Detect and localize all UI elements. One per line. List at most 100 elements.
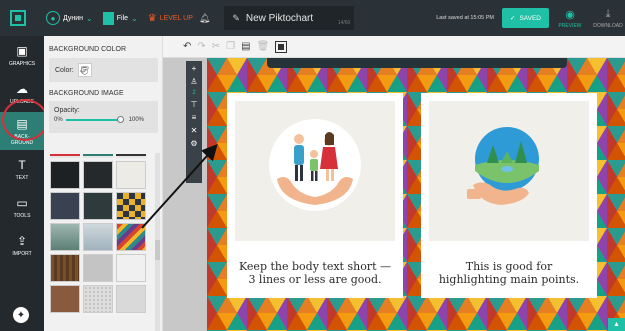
swatch[interactable] <box>83 192 113 220</box>
opacity-max: 100% <box>128 117 145 123</box>
swatch[interactable] <box>83 223 113 251</box>
paint-roller-icon[interactable]: ⊤ <box>191 100 198 109</box>
rail-label: TOOLS <box>13 212 31 219</box>
undo-icon[interactable]: ↶ <box>183 41 191 52</box>
app-logo[interactable] <box>0 0 36 36</box>
user-menu[interactable]: ● Дунин ⌄ <box>46 11 93 25</box>
nature-illustration <box>463 119 555 211</box>
card-line: Keep the body text short — <box>239 260 391 273</box>
opacity-slider[interactable] <box>65 116 124 123</box>
document-title: New Piktochart <box>245 12 314 24</box>
card-illustration-area <box>235 101 395 241</box>
chevron-down-icon: ⌄ <box>86 13 93 23</box>
content-card[interactable]: Keep the body text short — 3 lines or le… <box>227 93 403 298</box>
swatch[interactable] <box>116 192 146 220</box>
person-icon[interactable]: ♙ <box>190 77 197 86</box>
paint-bucket-icon[interactable]: 🪣︎ <box>77 63 92 77</box>
pencil-icon: ✎ <box>232 12 240 23</box>
cut-icon[interactable]: ✂ <box>212 41 220 52</box>
color-label: Color: <box>55 66 74 74</box>
swatch[interactable] <box>83 285 113 313</box>
rail-label: GRAPHICS <box>8 60 36 67</box>
background-swatches <box>50 154 152 313</box>
swatch[interactable] <box>83 154 113 158</box>
title-field[interactable]: ✎ New Piktochart 14/60 <box>224 6 355 30</box>
image-icon: ▣ <box>16 43 28 58</box>
edit-toolbar: ↶ ↷ ✂ ❐ ▤ 🗑︎ <box>163 36 625 58</box>
add-icon[interactable]: + <box>192 64 197 73</box>
swatch[interactable] <box>116 223 146 251</box>
rail-label: TEXT <box>15 174 29 181</box>
file-label: File <box>116 14 129 22</box>
family-illustration <box>269 119 361 211</box>
earth-in-hand-icon <box>467 127 539 205</box>
copy-icon[interactable]: ❐ <box>226 41 235 52</box>
cloud-icon: ☁ <box>16 81 28 96</box>
redo-icon[interactable]: ↷ <box>197 41 205 52</box>
artboard-header-bar <box>267 58 567 68</box>
swatch[interactable] <box>83 161 113 189</box>
annotation-circle <box>2 99 48 141</box>
level-up-button[interactable]: ♛ LEVEL UP <box>148 13 193 24</box>
infographic-artboard[interactable]: Keep the body text short — 3 lines or le… <box>207 58 625 331</box>
import-icon: ⇪ <box>16 233 28 248</box>
slider-handle[interactable] <box>116 116 124 123</box>
opacity-min: 0% <box>54 117 63 123</box>
opacity-control: Opacity: 0% 100% <box>49 101 158 133</box>
user-icon: ● <box>46 11 60 25</box>
check-icon: ✓ <box>509 15 516 22</box>
swatch[interactable] <box>50 192 80 220</box>
card-line: 3 lines or less are good. <box>248 273 382 286</box>
list-icon[interactable]: ≡ <box>192 113 197 122</box>
saved-button[interactable]: ✓ SAVED <box>501 8 549 28</box>
background-panel: BACKGROUND COLOR Color: 🪣︎ BACKGROUND IM… <box>44 36 163 331</box>
crown-icon: ♛ <box>147 12 157 24</box>
download-icon: ⤓ <box>605 7 611 20</box>
swatch[interactable] <box>50 254 80 282</box>
swatch[interactable] <box>83 254 113 282</box>
card-text: This is good for highlighting main point… <box>421 260 597 286</box>
delete-icon[interactable]: 🗑︎ <box>257 41 270 52</box>
rail-item-graphics[interactable]: ▣ GRAPHICS <box>0 36 44 74</box>
swatch[interactable] <box>50 285 80 313</box>
file-icon <box>102 11 114 25</box>
rail-item-import[interactable]: ⇪ IMPORT <box>0 226 44 264</box>
card-illustration-area <box>429 101 589 241</box>
rail-item-text[interactable]: T TEXT <box>0 150 44 188</box>
bell-icon[interactable]: 🔔︎ <box>199 13 210 24</box>
swatch[interactable] <box>50 161 80 189</box>
swatch[interactable] <box>50 154 80 158</box>
content-card[interactable]: This is good for highlighting main point… <box>421 93 597 298</box>
corner-action-button[interactable]: ▲ <box>608 318 625 331</box>
swatch[interactable] <box>116 154 146 158</box>
left-rail: ▣ GRAPHICS ☁ UPLOADS ▤ BACK- GROUND T TE… <box>0 36 44 331</box>
select-frame-icon[interactable] <box>275 40 288 53</box>
logo-icon <box>10 10 26 26</box>
text-icon: T <box>18 157 26 172</box>
saved-label: SAVED <box>519 14 541 22</box>
user-name: Дунин <box>63 14 84 22</box>
swatch[interactable] <box>50 223 80 251</box>
card-line: This is good for <box>465 260 553 273</box>
toolbox-icon: ▭ <box>16 195 28 210</box>
vertical-toolbar: + ♙ 2 ⊤ ≡ ✕ ⚙ <box>186 61 202 183</box>
close-icon[interactable]: ✕ <box>191 126 198 135</box>
paste-icon[interactable]: ▤ <box>241 41 250 52</box>
scrollbar-thumb[interactable] <box>155 240 160 260</box>
download-button[interactable]: ⤓ DOWNLOAD <box>591 8 625 29</box>
level-up-label: LEVEL UP <box>159 14 193 22</box>
bg-color-title: BACKGROUND COLOR <box>49 46 127 53</box>
preview-button[interactable]: ◉ PREVIEW <box>553 8 587 29</box>
swatch[interactable] <box>116 161 146 189</box>
settings-icon[interactable]: ⚙ <box>190 139 197 148</box>
swatch[interactable] <box>116 285 146 313</box>
card-text: Keep the body text short — 3 lines or le… <box>227 260 403 286</box>
top-bar: ● Дунин ⌄ File ⌄ ♛ LEVEL UP 🔔︎ ✎ New Pik… <box>0 0 625 36</box>
file-menu[interactable]: File ⌄ <box>102 11 138 25</box>
eye-icon: ◉ <box>565 8 575 21</box>
family-icon <box>277 132 353 205</box>
help-icon[interactable]: ✦ <box>13 307 29 323</box>
swatch[interactable] <box>116 254 146 282</box>
opacity-label: Opacity: <box>54 107 80 114</box>
rail-item-tools[interactable]: ▭ TOOLS <box>0 188 44 226</box>
